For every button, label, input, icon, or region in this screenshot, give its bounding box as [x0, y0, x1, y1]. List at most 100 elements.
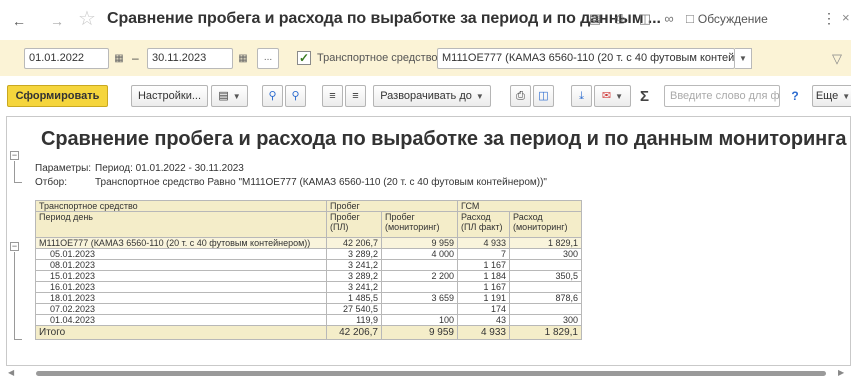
- filter-label: Отбор:: [35, 177, 67, 188]
- row-fuel-fact: 174: [457, 303, 510, 315]
- search-input[interactable]: Введите слово для фи...: [664, 85, 780, 107]
- col-header-fuel-fact: Расход (ПЛ факт): [457, 211, 510, 238]
- save-icon[interactable]: ▤: [587, 11, 603, 27]
- period-select-button[interactable]: ...: [257, 48, 279, 69]
- vehicle-input[interactable]: М111ОЕ777 (КАМАЗ 6560-110 (20 т. с 40 фу…: [437, 48, 735, 69]
- row-mileage-pl: 27 540,5: [326, 303, 382, 315]
- title-bar: ← → ☆ Сравнение пробега и расхода по выр…: [0, 0, 851, 40]
- row-fuel-fact: 1 184: [457, 270, 510, 282]
- vehicle-dropdown-icon[interactable]: ▼: [735, 48, 752, 69]
- scrollbar-thumb[interactable]: [36, 371, 826, 376]
- tree-line: [14, 161, 15, 183]
- col-header-fuel-mon: Расход (мониторинг): [509, 211, 582, 238]
- preview-icon[interactable]: ◫: [637, 11, 653, 27]
- variant-button[interactable]: ▤ ▼: [211, 85, 248, 107]
- row-fuel-fact: 1 167: [457, 259, 510, 271]
- date-to-input[interactable]: 30.11.2023: [147, 48, 233, 69]
- report-table: Транспортное средство Пробег ГСМ Период …: [35, 200, 582, 340]
- row-date: 15.01.2023: [35, 270, 327, 282]
- total-fuel-fact: 4 933: [457, 325, 510, 340]
- vehicle-checkbox[interactable]: ✓: [297, 51, 311, 65]
- find-next-button[interactable]: ⚲: [285, 85, 306, 107]
- col-header-mileage-group: Пробег: [326, 200, 458, 212]
- row-fuel-fact: 43: [457, 314, 510, 326]
- expand-icon: ≡: [352, 90, 359, 102]
- row-mileage-pl: 3 289,2: [326, 270, 382, 282]
- group-row-mileage-mon: 9 959: [381, 237, 458, 249]
- chevron-down-icon: ▼: [232, 92, 241, 101]
- params-label: Параметры:: [35, 163, 92, 174]
- table-row: 15.01.2023 3 289,2 2 200 1 184 350,5: [35, 270, 582, 282]
- mail-icon: ✉: [601, 90, 612, 102]
- row-mileage-pl: 3 289,2: [326, 248, 382, 260]
- chevron-down-icon: ▼: [842, 92, 851, 101]
- group-row-name[interactable]: М111ОЕ777 (КАМАЗ 6560-110 (20 т. с 40 фу…: [35, 237, 327, 249]
- printer-icon: ⎙: [516, 90, 525, 102]
- forward-arrow-icon[interactable]: →: [46, 12, 68, 30]
- report-title: Сравнение пробега и расхода по выработке…: [41, 128, 847, 150]
- scroll-right-icon[interactable]: ▶: [838, 368, 844, 377]
- collapse-groups-button[interactable]: ≡: [322, 85, 343, 107]
- link-icon[interactable]: ∞: [661, 11, 677, 27]
- calendar-from-icon[interactable]: ▦: [110, 49, 128, 68]
- preview-button[interactable]: ◫: [533, 85, 554, 107]
- row-mileage-pl: 1 485,5: [326, 292, 382, 304]
- export-button[interactable]: ⤓: [571, 85, 592, 107]
- row-date: 01.04.2023: [35, 314, 327, 326]
- print-icon[interactable]: ⎙: [612, 11, 628, 27]
- more-button[interactable]: Еще ▼: [812, 85, 851, 107]
- row-fuel-fact: 1 191: [457, 292, 510, 304]
- expand-groups-button[interactable]: ≡: [345, 85, 366, 107]
- back-arrow-icon[interactable]: ←: [8, 12, 30, 30]
- print-button[interactable]: ⎙: [510, 85, 531, 107]
- expand-to-label: Разворачивать до: [380, 90, 472, 102]
- col-header-mileage-mon: Пробег (мониторинг): [381, 211, 458, 238]
- total-row: Итого 42 206,7 9 959 4 933 1 829,1: [35, 325, 582, 340]
- calendar-to-icon[interactable]: ▦: [234, 49, 252, 68]
- close-icon[interactable]: ×: [842, 10, 850, 25]
- group-collapse-icon[interactable]: −: [10, 242, 19, 251]
- tree-line: [14, 252, 15, 340]
- row-mileage-mon: [381, 281, 458, 293]
- group-row-fuel-fact: 4 933: [457, 237, 510, 249]
- row-fuel-mon: [509, 259, 582, 271]
- filter-funnel-icon[interactable]: ▽: [832, 51, 842, 67]
- row-date: 07.02.2023: [35, 303, 327, 315]
- sum-icon[interactable]: Σ: [640, 88, 649, 105]
- row-mileage-pl: 3 241,2: [326, 281, 382, 293]
- table-row: 16.01.2023 3 241,2 1 167: [35, 281, 582, 293]
- discuss-button[interactable]: □ Обсуждение: [686, 11, 768, 26]
- row-mileage-mon: 2 200: [381, 270, 458, 282]
- discuss-label: Обсуждение: [697, 12, 768, 26]
- generate-button[interactable]: Сформировать: [7, 85, 108, 107]
- group-row-fuel-mon: 1 829,1: [509, 237, 582, 249]
- date-from-input[interactable]: 01.01.2022: [24, 48, 109, 69]
- table-row: 07.02.2023 27 540,5 174: [35, 303, 582, 315]
- col-header-fuel-group: ГСМ: [457, 200, 582, 212]
- report-document: Сравнение пробега и расхода по выработке…: [6, 116, 851, 366]
- table-row: 05.01.2023 3 289,2 4 000 7 300: [35, 248, 582, 260]
- search-icon: ⚲: [268, 90, 277, 102]
- total-mileage-mon: 9 959: [381, 325, 458, 340]
- find-button[interactable]: ⚲: [262, 85, 283, 107]
- table-row: 01.04.2023 119,9 100 43 300: [35, 314, 582, 326]
- col-header-period: Период день: [35, 211, 327, 238]
- row-fuel-mon: 300: [509, 314, 582, 326]
- expand-to-button[interactable]: Разворачивать до ▼: [373, 85, 491, 107]
- send-mail-button[interactable]: ✉ ▼: [594, 85, 631, 107]
- scroll-left-icon[interactable]: ◀: [8, 368, 14, 377]
- settings-button[interactable]: Настройки...: [131, 85, 208, 107]
- chevron-down-icon: ▼: [615, 92, 624, 101]
- date-range-dash: –: [132, 51, 139, 65]
- favorite-star-icon[interactable]: ☆: [78, 8, 96, 30]
- row-fuel-fact: 7: [457, 248, 510, 260]
- more-menu-icon[interactable]: ⋮: [822, 10, 836, 27]
- row-date: 05.01.2023: [35, 248, 327, 260]
- params-collapse-icon[interactable]: −: [10, 151, 19, 160]
- row-mileage-mon: 3 659: [381, 292, 458, 304]
- horizontal-scrollbar[interactable]: ◀ ▶: [6, 368, 851, 379]
- params-value: Период: 01.01.2022 - 30.11.2023: [95, 163, 244, 174]
- more-label: Еще: [815, 90, 839, 102]
- help-button[interactable]: ?: [785, 85, 805, 107]
- tree-line: [14, 182, 22, 183]
